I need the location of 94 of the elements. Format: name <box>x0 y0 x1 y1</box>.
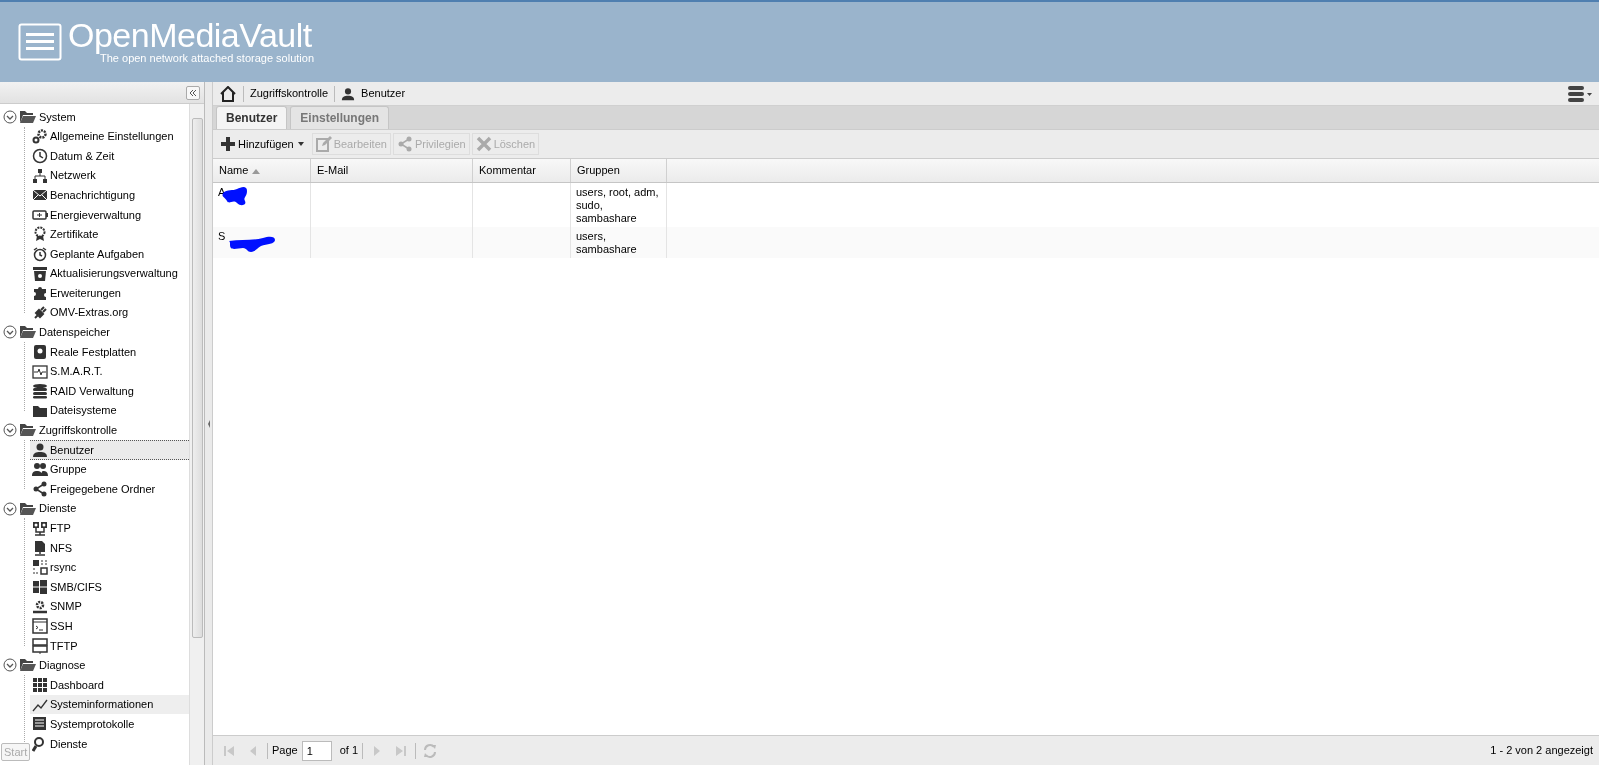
open-folder-icon <box>19 423 37 438</box>
tree-item[interactable]: Erweiterungen <box>30 283 189 303</box>
tree-item[interactable]: Datum & Zeit <box>30 146 189 166</box>
refresh-icon <box>422 742 439 759</box>
bin-icon <box>32 265 48 282</box>
tree-item[interactable]: S.M.A.R.T. <box>30 361 189 382</box>
app-tagline: The open network attached storage solution <box>100 51 315 66</box>
menu-icon <box>1567 84 1593 103</box>
plus-icon <box>220 136 236 152</box>
sync-icon <box>32 559 48 576</box>
tree-item[interactable]: Aktualisierungsverwaltung <box>30 263 189 284</box>
open-folder-icon <box>19 501 37 516</box>
tree-item[interactable]: Dienste <box>30 734 189 754</box>
tree-item[interactable]: Benutzer <box>30 440 189 460</box>
open-folder-icon <box>19 109 37 124</box>
menu-icon <box>18 23 62 61</box>
tree-group[interactable]: Diagnose <box>0 655 189 676</box>
database-icon <box>32 383 48 400</box>
triangle-left-icon <box>206 418 211 429</box>
tree-item[interactable]: Freigegebene Ordner <box>30 479 189 499</box>
splitter-handle[interactable] <box>205 82 213 765</box>
collapse-button[interactable] <box>186 85 200 100</box>
app-title: OpenMediaVault <box>68 17 313 52</box>
page-field[interactable]: 1 <box>301 740 332 761</box>
network-icon <box>32 167 48 184</box>
tab[interactable]: Benutzer <box>216 106 288 129</box>
page-label: Page <box>272 743 298 759</box>
server-icon <box>32 520 48 537</box>
tree-item[interactable]: Energieverwaltung <box>30 204 189 225</box>
table-cell: users, sambashare <box>571 227 667 258</box>
tree-item[interactable]: FTP <box>30 518 189 539</box>
page-count: of 1 <box>339 743 359 759</box>
award-icon <box>32 226 48 243</box>
plug-icon <box>32 304 48 321</box>
puzzle-icon <box>32 285 48 302</box>
gear-icon <box>32 598 48 615</box>
tree-item[interactable]: Reale Festplatten <box>30 342 189 362</box>
pulse-icon <box>32 363 48 380</box>
tree-group[interactable]: Zugriffskontrolle <box>0 420 189 441</box>
file-icon <box>32 539 48 556</box>
edit-icon <box>315 136 332 152</box>
tree-item[interactable]: Dashboard <box>30 675 189 695</box>
document-icon <box>32 716 48 733</box>
open-folder-icon <box>19 658 37 673</box>
close-icon <box>475 136 492 152</box>
tree-item[interactable]: NFS <box>30 538 189 558</box>
alarm-clock-icon <box>32 245 48 262</box>
user-icon <box>341 86 356 101</box>
tree-item[interactable]: Systemprotokolle <box>30 714 189 734</box>
tree-item[interactable]: Gruppe <box>30 459 189 480</box>
breadcrumb-link[interactable]: Benutzer <box>361 85 406 102</box>
tree-item[interactable]: Systeminformationen <box>30 694 189 715</box>
windows-icon <box>32 579 48 596</box>
users-icon <box>32 461 48 478</box>
tree-item[interactable]: rsync <box>30 557 189 578</box>
scrollbar[interactable] <box>189 104 204 765</box>
column-header[interactable]: E-Mail <box>311 159 473 182</box>
first-page-icon <box>223 744 235 757</box>
share-icon <box>396 136 413 152</box>
tree-item[interactable]: Dateisysteme <box>30 400 189 421</box>
tree-item[interactable]: SNMP <box>30 596 189 617</box>
clock-icon <box>32 148 48 164</box>
column-header[interactable]: Gruppen <box>571 159 667 182</box>
last-page-icon <box>395 744 408 757</box>
tree-item[interactable]: Zertifikate <box>30 224 189 245</box>
table-cell: S <box>213 227 311 258</box>
user-icon <box>32 441 48 458</box>
gear-icon <box>32 128 48 145</box>
tree-item[interactable]: SMB/CIFS <box>30 577 189 597</box>
tree-item[interactable]: Allgemeine Einstellungen <box>30 126 189 147</box>
breadcrumb-link[interactable]: Zugriffskontrolle <box>250 85 329 102</box>
paging-summary: 1 - 2 von 2 angezeigt <box>1490 743 1593 759</box>
home-icon <box>219 85 237 102</box>
terminal-icon <box>32 618 48 635</box>
caret-icon <box>295 140 306 148</box>
tree-item[interactable]: Geplante Aufgaben <box>30 244 189 264</box>
column-header[interactable]: Name <box>213 159 311 182</box>
share-icon <box>32 481 48 498</box>
tree-item[interactable]: Netzwerk <box>30 165 189 186</box>
tree-group[interactable]: Dienste <box>0 498 189 519</box>
tree-group[interactable]: System <box>0 107 189 127</box>
tree-item[interactable]: SSH <box>30 616 189 637</box>
server-icon <box>32 637 48 654</box>
tree-item[interactable]: Benachrichtigung <box>30 185 189 205</box>
double-chevron-left-icon <box>189 88 197 97</box>
open-folder-icon <box>19 325 37 340</box>
tree-group[interactable]: Datenspeicher <box>0 322 189 343</box>
tree-item[interactable]: RAID Verwaltung <box>30 381 189 401</box>
tree-item[interactable]: TFTP <box>30 636 189 656</box>
toolbar-button[interactable]: Hinzufügen <box>216 132 310 156</box>
grid-icon <box>32 677 48 693</box>
column-header[interactable]: Kommentar <box>473 159 571 182</box>
tab[interactable]: Einstellungen <box>290 106 390 129</box>
tree-item[interactable]: OMV-Extras.org <box>30 302 189 323</box>
